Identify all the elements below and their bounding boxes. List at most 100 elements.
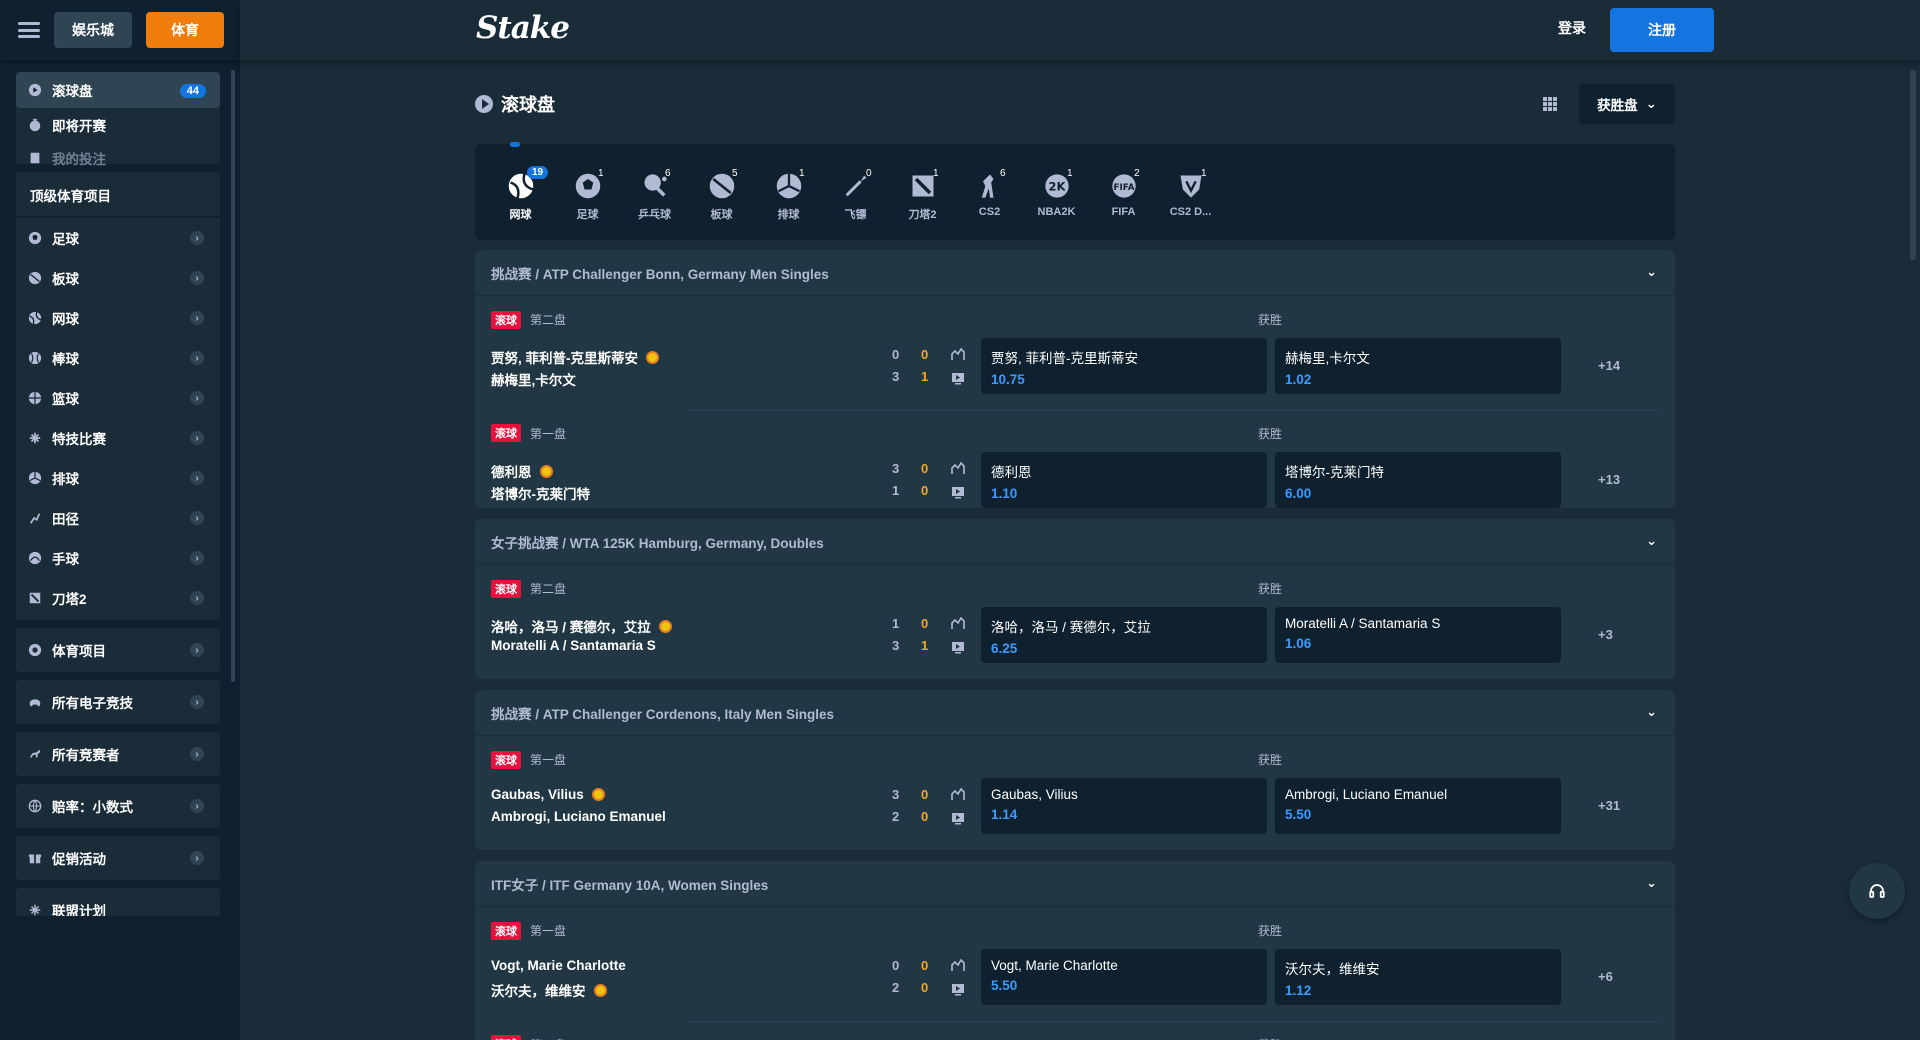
serving-ball-icon [593,983,607,997]
score-game-home: 0 [921,616,929,631]
sidebar-item[interactable]: 体育项目 › [16,630,220,670]
score-game-home: 0 [921,958,929,973]
sports-tab[interactable]: 体育 [146,12,224,48]
market-select[interactable]: 获胜盘 ⌄ [1579,84,1675,124]
stats-icon[interactable] [951,787,965,801]
sport-tab[interactable]: 6 乒乓球 [621,162,688,240]
odds-button-away[interactable]: 赫梅里,卡尔文 1.02 [1275,338,1561,394]
sport-tab[interactable]: 0 飞镖 [822,162,889,240]
live-stream-icon[interactable] [951,811,965,825]
sidebar-item[interactable]: 刀塔2 › [16,578,220,618]
support-chat-button[interactable] [1849,863,1905,919]
sidebar-item[interactable]: 棒球 › [16,338,220,378]
sport-tab[interactable]: 6 CS2 [956,162,1023,240]
sport-count: 1 [933,168,939,179]
tournament-header[interactable]: ITF女子 / ITF Germany 10A, Women Singles ⌄ [475,861,1675,907]
score-sets-home: 3 [892,787,900,802]
sport-count: 0 [866,168,872,179]
odds-value: 1.02 [1285,372,1312,387]
menu-icon[interactable] [18,22,40,38]
sidebar-item[interactable]: 特技比赛 › [16,418,220,458]
odds-button-home[interactable]: Vogt, Marie Charlotte 5.50 [981,949,1267,1005]
more-markets-button[interactable]: +31 [1598,798,1620,813]
tournament-header[interactable]: 挑战赛 / ATP Challenger Bonn, Germany Men S… [475,250,1675,296]
odds-outcome: 德利恩 [991,465,1032,480]
sport-tab[interactable]: 5 板球 [688,162,755,240]
stats-icon[interactable] [951,616,965,630]
sidebar-item[interactable]: 所有电子竞技 › [16,682,220,722]
live-stream-icon[interactable] [951,371,965,385]
register-button[interactable]: 注册 [1610,8,1714,52]
odds-button-home[interactable]: 洛哈，洛马 / 赛德尔，艾拉 6.25 [981,607,1267,663]
team-away[interactable]: 塔博尔-克莱门特 [491,483,590,503]
odds-outcome: 赫梅里,卡尔文 [1285,351,1370,366]
odds-button-home[interactable]: 贾努, 菲利普-克里斯蒂安 10.75 [981,338,1267,394]
stats-icon[interactable] [951,461,965,475]
team-home[interactable]: Vogt, Marie Charlotte [491,958,626,973]
tournament-header[interactable]: 挑战赛 / ATP Challenger Cordenons, Italy Me… [475,690,1675,736]
odds-button-away[interactable]: 沃尔夫，维维安 1.12 [1275,949,1561,1005]
team-home[interactable]: 洛哈，洛马 / 赛德尔，艾拉 [491,616,672,636]
more-markets-button[interactable]: +14 [1598,358,1620,373]
more-markets-button[interactable]: +6 [1598,969,1613,984]
sidebar-section: 体育项目 › [16,628,220,672]
sidebar-item[interactable]: 排球 › [16,458,220,498]
stake-logo[interactable]: Stake [476,10,570,46]
ball-icon [28,643,42,657]
sidebar-item[interactable]: 田径 › [16,498,220,538]
team-home[interactable]: Gaubas, Vilius [491,787,605,802]
team-away[interactable]: Moratelli A / Santamaria S [491,638,656,653]
sidebar-item[interactable]: 足球 › [16,218,220,258]
sidebar-item[interactable]: 滚球盘 44 [16,72,220,108]
live-stream-icon[interactable] [951,485,965,499]
sidebar-item[interactable]: 即将开赛 [16,108,220,142]
odds-button-home[interactable]: 德利恩 1.10 [981,452,1267,508]
sidebar-item[interactable]: 促销活动 › [16,838,220,878]
sidebar-item[interactable]: 我的投注 [16,142,220,174]
sidebar-item[interactable]: 板球 › [16,258,220,298]
team-away[interactable]: Ambrogi, Luciano Emanuel [491,809,666,824]
login-button[interactable]: 登录 [1558,18,1586,38]
chevron-right-icon: › [190,311,204,325]
sport-tab[interactable]: 1 CS2 D... [1157,162,1224,240]
live-stream-icon[interactable] [951,640,965,654]
stats-icon[interactable] [951,958,965,972]
live-stream-icon[interactable] [951,982,965,996]
odds-value: 1.06 [1285,636,1312,651]
odds-button-away[interactable]: Ambrogi, Luciano Emanuel 5.50 [1275,778,1561,834]
sidebar-section: 赔率：小数式 › [16,784,220,828]
sidebar-scrollbar[interactable] [231,70,235,682]
stats-icon[interactable] [951,347,965,361]
sidebar-item[interactable]: 篮球 › [16,378,220,418]
sidebar-bottom [0,916,240,1040]
basketball-icon [28,391,42,405]
page-scrollbar[interactable] [1910,70,1916,260]
team-home[interactable]: 德利恩 [491,461,553,481]
team-away[interactable]: 赫梅里,卡尔文 [491,369,576,389]
score-game-away: 0 [921,809,929,824]
grid-view-icon[interactable] [1543,97,1557,111]
team-away[interactable]: 沃尔夫，维维安 [491,980,607,1000]
sport-tab[interactable]: 1 刀塔2 [889,162,956,240]
sport-tab[interactable]: FIFA 2 FIFA [1090,162,1157,240]
sport-label: FIFA [1111,206,1136,218]
sidebar-item[interactable]: 所有竞赛者 › [16,734,220,774]
tournament-header[interactable]: 女子挑战赛 / WTA 125K Hamburg, Germany, Doubl… [475,519,1675,565]
odds-button-home[interactable]: Gaubas, Vilius 1.14 [981,778,1267,834]
serving-ball-icon [646,350,659,364]
sport-tab[interactable]: 1 足球 [554,162,621,240]
casino-tab[interactable]: 娱乐城 [54,12,132,48]
odds-button-away[interactable]: Moratelli A / Santamaria S 1.06 [1275,607,1561,663]
sport-tab[interactable]: 2K 1 NBA2K [1023,162,1090,240]
sidebar-item[interactable]: 赔率：小数式 › [16,786,220,826]
score-game-home: 0 [921,461,929,476]
sport-tab[interactable]: 19 网球 [487,162,554,240]
sidebar-item-label: 赔率：小数式 [52,800,133,815]
more-markets-button[interactable]: +13 [1598,472,1620,487]
more-markets-button[interactable]: +3 [1598,627,1613,642]
sidebar-item[interactable]: 手球 › [16,538,220,578]
sport-tab[interactable]: 1 排球 [755,162,822,240]
team-home[interactable]: 贾努, 菲利普-克里斯蒂安 [491,347,659,367]
odds-button-away[interactable]: 塔博尔-克莱门特 6.00 [1275,452,1561,508]
sidebar-item[interactable]: 网球 › [16,298,220,338]
